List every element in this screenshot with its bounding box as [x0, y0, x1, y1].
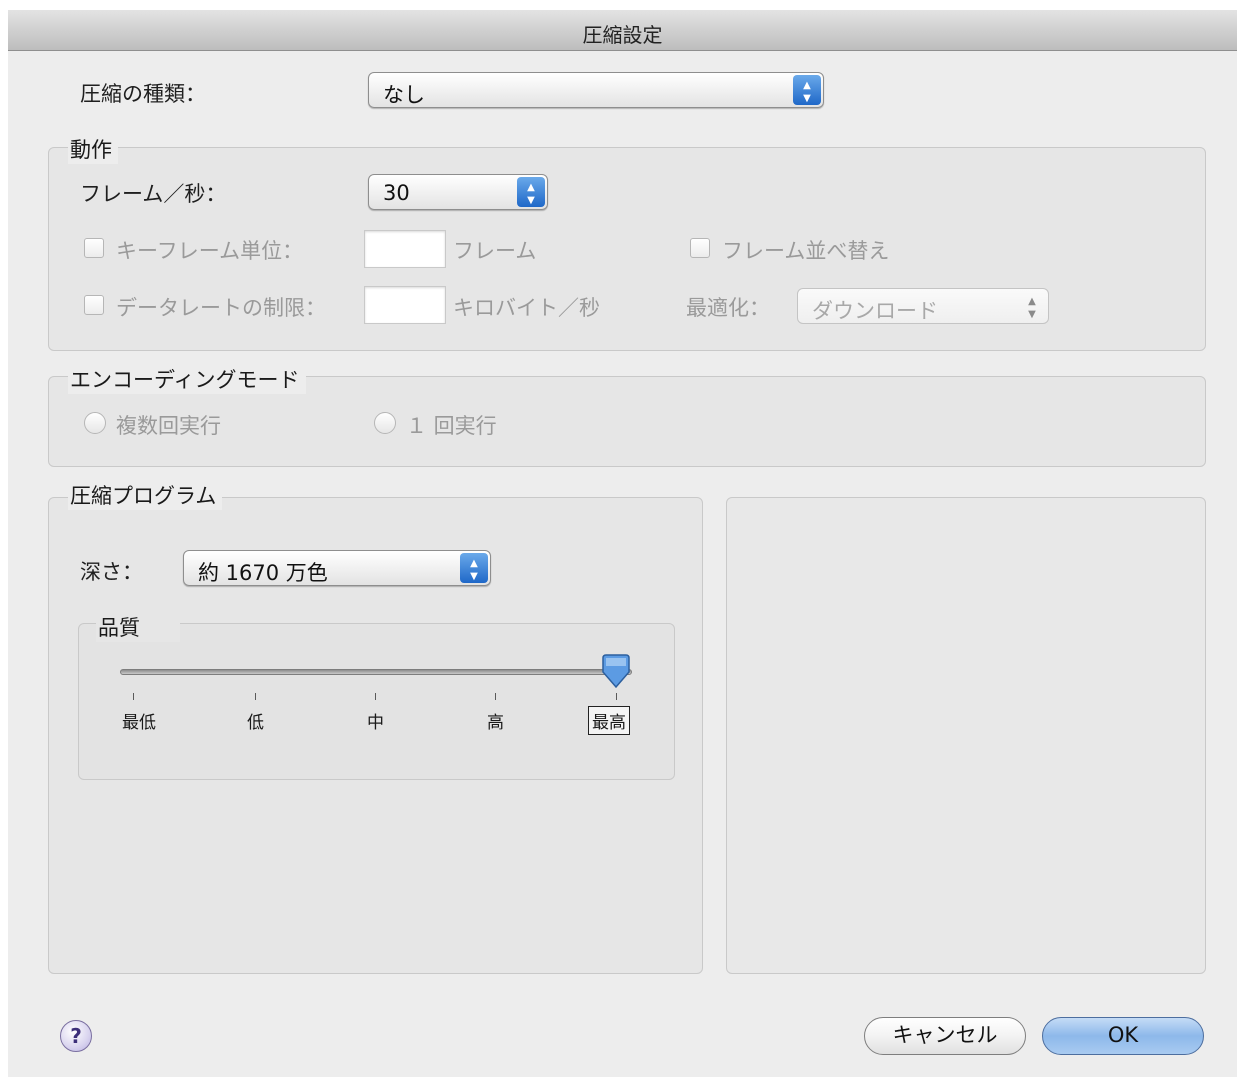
popup-arrows-icon: ▲ ▼: [517, 177, 545, 207]
frame-reorder-checkbox[interactable]: [690, 238, 710, 258]
optimize-label: 最適化：: [686, 296, 770, 320]
fps-popup[interactable]: 30 ▲ ▼: [368, 174, 548, 210]
datarate-checkbox[interactable]: [84, 295, 104, 315]
encoding-mode-title: エンコーディングモード: [68, 364, 306, 394]
compression-type-label: 圧縮の種類：: [80, 82, 206, 106]
single-pass-radio[interactable]: [374, 412, 396, 434]
depth-label: 深さ：: [80, 560, 143, 584]
compressor-options-panel: [726, 497, 1206, 974]
optimize-popup[interactable]: ダウンロード ▲ ▼: [797, 288, 1049, 324]
depth-value: 約 1670 万色: [198, 561, 328, 585]
quality-tick: [616, 693, 617, 700]
optimize-value: ダウンロード: [812, 299, 938, 323]
datarate-field[interactable]: [364, 286, 446, 324]
datarate-label: データレートの制限：: [116, 296, 326, 320]
quality-group-title: 品質: [96, 612, 180, 642]
compression-type-value: なし: [383, 83, 425, 107]
quality-slider-track[interactable]: [120, 669, 632, 675]
title-bar[interactable]: 圧縮設定: [8, 10, 1237, 51]
popup-arrows-icon: ▲ ▼: [1028, 296, 1036, 320]
quality-level-label: 中: [367, 713, 384, 733]
quality-level-label: 低: [247, 713, 264, 733]
keyframe-checkbox[interactable]: [84, 238, 104, 258]
frame-reorder-label: フレーム並べ替え: [722, 239, 890, 263]
quality-group: [78, 623, 675, 780]
fps-label: フレーム／秒：: [80, 182, 227, 206]
quality-selected-label: 最高: [588, 706, 630, 735]
keyframe-unit-label: フレーム: [453, 239, 537, 263]
keyframe-field[interactable]: [364, 230, 446, 268]
ok-button[interactable]: OK: [1042, 1017, 1204, 1055]
single-pass-label: １ 回実行: [406, 414, 497, 438]
window-title: 圧縮設定: [582, 23, 663, 47]
quality-tick: [375, 693, 376, 700]
quality-slider-thumb[interactable]: [600, 654, 632, 690]
quality-tick: [255, 693, 256, 700]
depth-popup[interactable]: 約 1670 万色 ▲ ▼: [183, 550, 491, 586]
cancel-button[interactable]: キャンセル: [864, 1017, 1026, 1055]
motion-group-title: 動作: [68, 134, 118, 164]
quality-tick: [133, 693, 134, 700]
quality-tick: [495, 693, 496, 700]
compression-type-popup[interactable]: なし ▲ ▼: [368, 72, 824, 108]
multi-pass-label: 複数回実行: [116, 414, 221, 438]
help-button[interactable]: ?: [60, 1020, 92, 1052]
multi-pass-radio[interactable]: [84, 412, 106, 434]
compression-settings-dialog: 圧縮設定 圧縮の種類： なし ▲ ▼ 動作 フレーム／秒： 30 ▲ ▼ キーフレー…: [8, 10, 1237, 1077]
quality-level-label: 高: [487, 713, 504, 733]
fps-value: 30: [383, 181, 410, 205]
compressor-group-title: 圧縮プログラム: [68, 480, 223, 510]
quality-level-label: 最低: [122, 713, 156, 733]
popup-arrows-icon: ▲ ▼: [460, 553, 488, 583]
keyframe-label: キーフレーム単位：: [116, 239, 304, 263]
datarate-unit-label: キロバイト／秒: [453, 296, 600, 320]
popup-arrows-icon: ▲ ▼: [793, 75, 821, 105]
